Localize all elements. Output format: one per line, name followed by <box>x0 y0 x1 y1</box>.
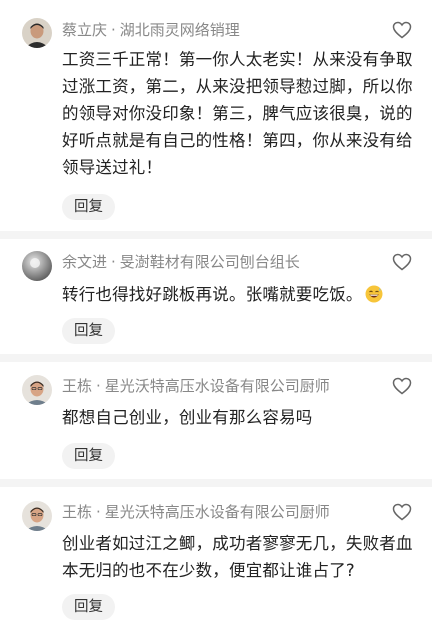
reply-button[interactable]: 回复 <box>62 594 115 620</box>
comment-text: 都想自己创业，创业有那么容易吗 <box>62 408 313 427</box>
separator: · <box>96 377 101 395</box>
comment-text: 转行也得找好跳板再说。张嘴就要吃饭。 <box>62 285 363 304</box>
reply-button[interactable]: 回复 <box>62 443 115 469</box>
heart-outline-icon[interactable] <box>392 21 412 39</box>
separator: · <box>111 21 116 39</box>
comment-text-row: 转行也得找好跳板再说。张嘴就要吃饭。 <box>62 281 418 308</box>
heart-outline-icon[interactable] <box>392 253 412 271</box>
author-name[interactable]: 蔡立庆 <box>62 21 107 39</box>
comment-text: 工资三千正常！第一你人太老实！从来没有争取过涨工资，第二，从来没把领导愸过脚，所… <box>62 50 413 177</box>
comment-author-line: 余文进 · 旻澍鞋材有限公司刨台组长 <box>62 252 300 272</box>
avatar[interactable] <box>22 375 52 405</box>
author-title: 旻澍鞋材有限公司刨台组长 <box>119 253 300 271</box>
avatar[interactable] <box>22 251 52 281</box>
comment-author-line: 蔡立庆 · 湖北雨灵网络销理 <box>62 20 240 40</box>
divider <box>0 231 432 239</box>
comment-author-line: 王栋 · 星光沃特高压水设备有限公司厨师 <box>62 376 330 396</box>
author-name[interactable]: 余文进 <box>62 253 107 271</box>
divider <box>0 479 432 487</box>
author-title: 星光沃特高压水设备有限公司厨师 <box>104 377 330 395</box>
reply-button[interactable]: 回复 <box>62 318 115 344</box>
author-name[interactable]: 王栋 <box>62 503 92 521</box>
avatar[interactable] <box>22 501 52 531</box>
author-title: 星光沃特高压水设备有限公司厨师 <box>104 503 330 521</box>
comment-author-line: 王栋 · 星光沃特高压水设备有限公司厨师 <box>62 502 330 522</box>
separator: · <box>111 253 116 271</box>
grinning-sweat-emoji-icon <box>365 284 383 303</box>
separator: · <box>96 503 101 521</box>
heart-outline-icon[interactable] <box>392 377 412 395</box>
comment-text: 创业者如过江之鲫，成功者寥寥无几，失败者血本无归的也不在少数，便宜都让谁占了? <box>62 534 413 580</box>
reply-button[interactable]: 回复 <box>62 194 115 220</box>
heart-outline-icon[interactable] <box>392 503 412 521</box>
author-title: 湖北雨灵网络销理 <box>119 21 240 39</box>
divider <box>0 354 432 362</box>
author-name[interactable]: 王栋 <box>62 377 92 395</box>
avatar[interactable] <box>22 18 52 48</box>
